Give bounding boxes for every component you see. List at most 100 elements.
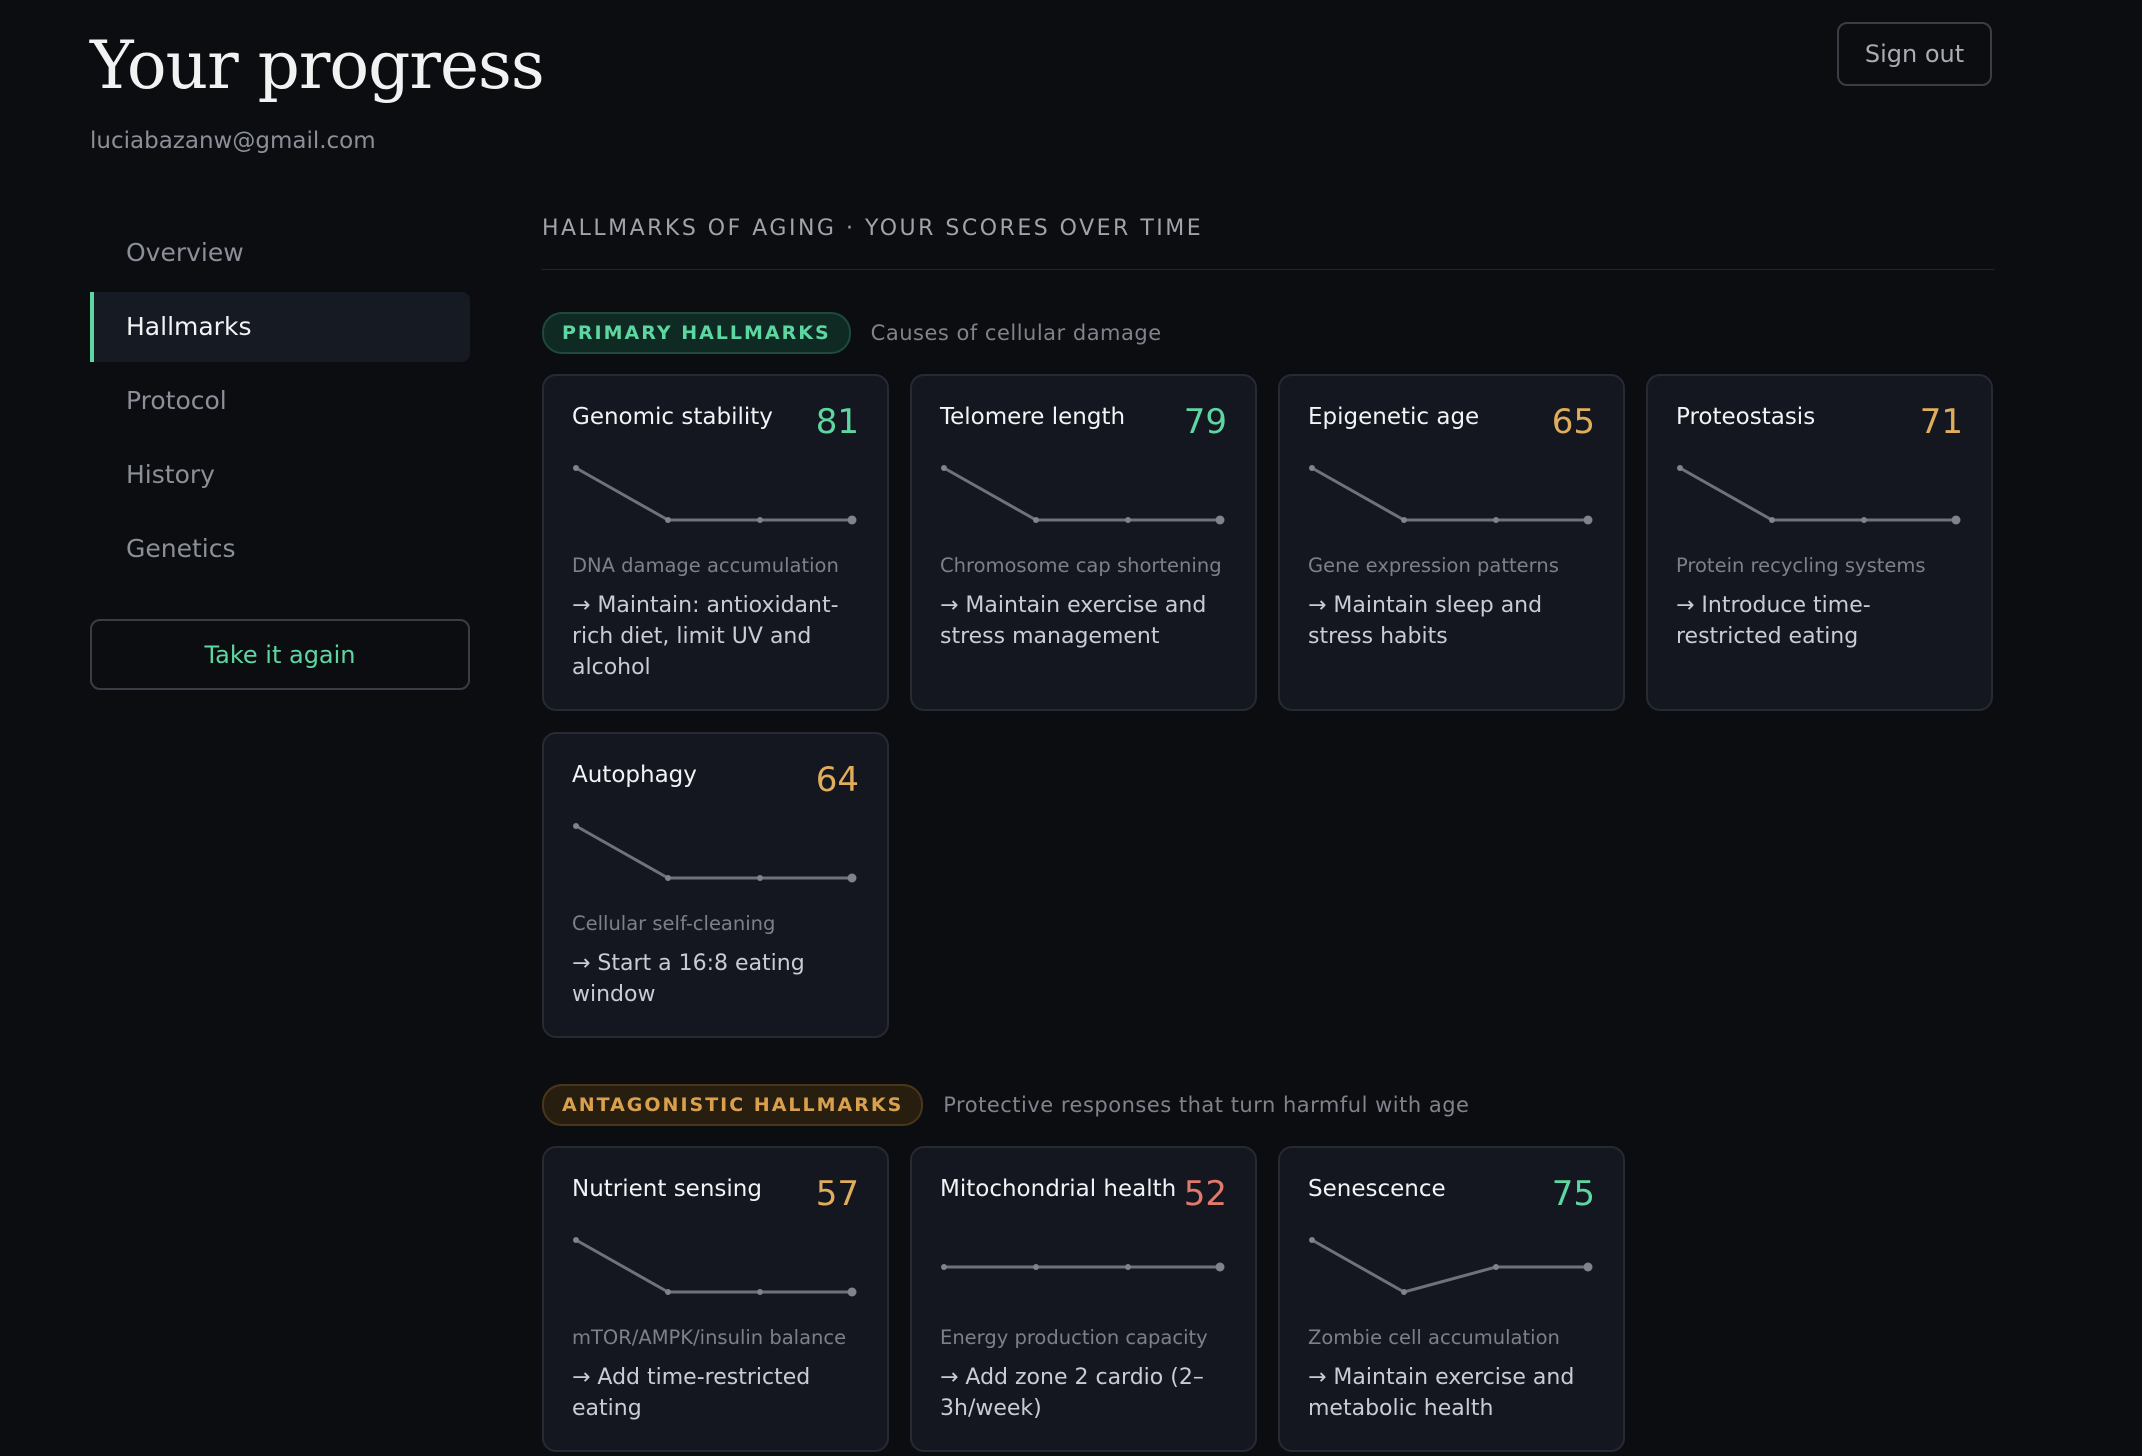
user-email: luciabazanw@gmail.com	[90, 128, 376, 154]
trend-point	[1033, 517, 1039, 523]
trend-point	[1401, 517, 1407, 523]
group-badge: PRIMARY HALLMARKS	[542, 312, 851, 354]
hallmark-description: mTOR/AMPK/insulin balance	[572, 1326, 847, 1349]
sign-out-button[interactable]: Sign out	[1837, 22, 1992, 86]
hallmark-score: 75	[1551, 1174, 1595, 1214]
trend-point	[1215, 515, 1225, 525]
hallmark-card[interactable]: Nutrient sensing 57 mTOR/AMPK/insulin bala…	[542, 1146, 889, 1452]
hallmark-card[interactable]: Autophagy 64 Cellular self-cleaning → Start…	[542, 732, 889, 1038]
trend-point	[1401, 1289, 1407, 1295]
trend-point	[757, 517, 763, 523]
trend-point	[1309, 1237, 1315, 1243]
hallmark-description: Cellular self-cleaning	[572, 912, 776, 935]
hallmark-description: DNA damage accumulation	[572, 554, 839, 577]
trend-line	[1311, 1238, 1588, 1294]
sidebar-item-hallmarks[interactable]: Hallmarks	[90, 292, 470, 362]
group-badge: ANTAGONISTIC HALLMARKS	[542, 1084, 924, 1126]
hallmark-description: Energy production capacity	[940, 1326, 1208, 1349]
hallmark-score: 79	[1183, 402, 1227, 442]
hallmark-card[interactable]: Senescence 75 Zombie cell accumulation → Ma…	[1278, 1146, 1625, 1452]
trend-sparkline	[941, 1262, 1225, 1272]
hallmark-card[interactable]: Genomic stability 81 DNA damage accumulati…	[542, 374, 889, 711]
trend-sparkline	[941, 465, 1225, 525]
hallmark-name: Senescence	[1308, 1176, 1446, 1202]
trend-sparkline	[1309, 465, 1593, 525]
hallmark-name: Epigenetic age	[1308, 404, 1480, 430]
group-header: ANTAGONISTIC HALLMARKS Protective respons…	[542, 1084, 1469, 1126]
section-divider	[542, 269, 1994, 270]
trend-point	[1769, 517, 1775, 523]
trend-point	[941, 1264, 947, 1270]
hallmark-recommendation: → Maintain sleep and stress habits	[1308, 593, 1543, 649]
hallmark-description: Protein recycling systems	[1676, 554, 1926, 577]
trend-line	[575, 466, 852, 522]
hallmark-name: Mitochondrial health	[940, 1176, 1177, 1202]
group-subtitle: Causes of cellular damage	[870, 321, 1162, 345]
hallmark-score: 71	[1919, 402, 1963, 442]
trend-point	[847, 515, 857, 525]
trend-point	[1309, 465, 1315, 471]
trend-point	[1951, 515, 1961, 525]
trend-point	[1215, 1262, 1225, 1272]
page-title: Your progress	[90, 27, 545, 104]
section-title: HALLMARKS OF AGING · YOUR SCORES OVER TI…	[542, 216, 1204, 241]
trend-point	[847, 873, 857, 883]
trend-point	[1033, 1264, 1039, 1270]
trend-point	[1583, 1262, 1593, 1272]
hallmark-recommendation: → Add time-restricted eating	[572, 1365, 811, 1421]
hallmark-card[interactable]: Proteostasis 71 Protein recycling systems →…	[1646, 374, 1993, 711]
take-it-again-button[interactable]: Take it again	[90, 619, 470, 690]
hallmark-card[interactable]: Telomere length 79 Chromosome cap shorteni…	[910, 374, 1257, 711]
hallmark-card[interactable]: Mitochondrial health 52 Energy production …	[910, 1146, 1257, 1452]
hallmark-name: Autophagy	[572, 762, 697, 788]
trend-sparkline	[573, 1237, 857, 1297]
trend-point	[1493, 517, 1499, 523]
hallmark-description: Gene expression patterns	[1308, 554, 1559, 577]
trend-point	[1493, 1264, 1499, 1270]
trend-point	[1125, 1264, 1131, 1270]
hallmark-score: 57	[815, 1174, 859, 1214]
trend-sparkline	[573, 823, 857, 883]
hallmark-score: 64	[815, 760, 859, 800]
trend-point	[573, 1237, 579, 1243]
hallmark-name: Nutrient sensing	[572, 1176, 762, 1202]
trend-point	[757, 875, 763, 881]
trend-point	[665, 1289, 671, 1295]
trend-line	[1679, 466, 1956, 522]
trend-point	[573, 823, 579, 829]
trend-point	[1583, 515, 1593, 525]
sidebar-item-genetics[interactable]: Genetics	[90, 514, 470, 584]
sidebar-nav: Overview Hallmarks Protocol History Gene…	[90, 218, 470, 588]
hallmark-score: 81	[815, 402, 859, 442]
trend-point	[1677, 465, 1683, 471]
hallmark-score: 52	[1183, 1174, 1227, 1214]
hallmark-name: Telomere length	[940, 404, 1126, 430]
trend-sparkline	[1677, 465, 1961, 525]
sidebar-item-history[interactable]: History	[90, 440, 470, 510]
hallmark-recommendation: → Maintain exercise and metabolic health	[1308, 1365, 1575, 1421]
group-header: PRIMARY HALLMARKS Causes of cellular dama…	[542, 312, 1162, 354]
trend-point	[847, 1287, 857, 1297]
hallmark-description: Chromosome cap shortening	[940, 554, 1222, 577]
hallmark-recommendation: → Start a 16:8 eating window	[572, 951, 805, 1007]
trend-line	[575, 824, 852, 880]
trend-line	[1311, 466, 1588, 522]
trend-sparkline	[1309, 1237, 1593, 1295]
trend-point	[1861, 517, 1867, 523]
trend-line	[943, 466, 1220, 522]
trend-point	[573, 465, 579, 471]
trend-line	[575, 1238, 852, 1294]
sidebar-item-overview[interactable]: Overview	[90, 218, 470, 288]
trend-point	[941, 465, 947, 471]
sidebar-item-protocol[interactable]: Protocol	[90, 366, 470, 436]
hallmark-name: Proteostasis	[1676, 404, 1816, 430]
hallmark-recommendation: → Introduce time-restricted eating	[1676, 593, 1871, 649]
hallmark-description: Zombie cell accumulation	[1308, 1326, 1560, 1349]
hallmark-recommendation: → Add zone 2 cardio (2–3h/week)	[940, 1365, 1204, 1421]
trend-sparkline	[573, 465, 857, 525]
hallmark-recommendation: → Maintain exercise and stress managemen…	[940, 593, 1207, 649]
trend-point	[665, 517, 671, 523]
hallmark-score: 65	[1551, 402, 1595, 442]
trend-point	[665, 875, 671, 881]
hallmark-card[interactable]: Epigenetic age 65 Gene expression patterns…	[1278, 374, 1625, 711]
